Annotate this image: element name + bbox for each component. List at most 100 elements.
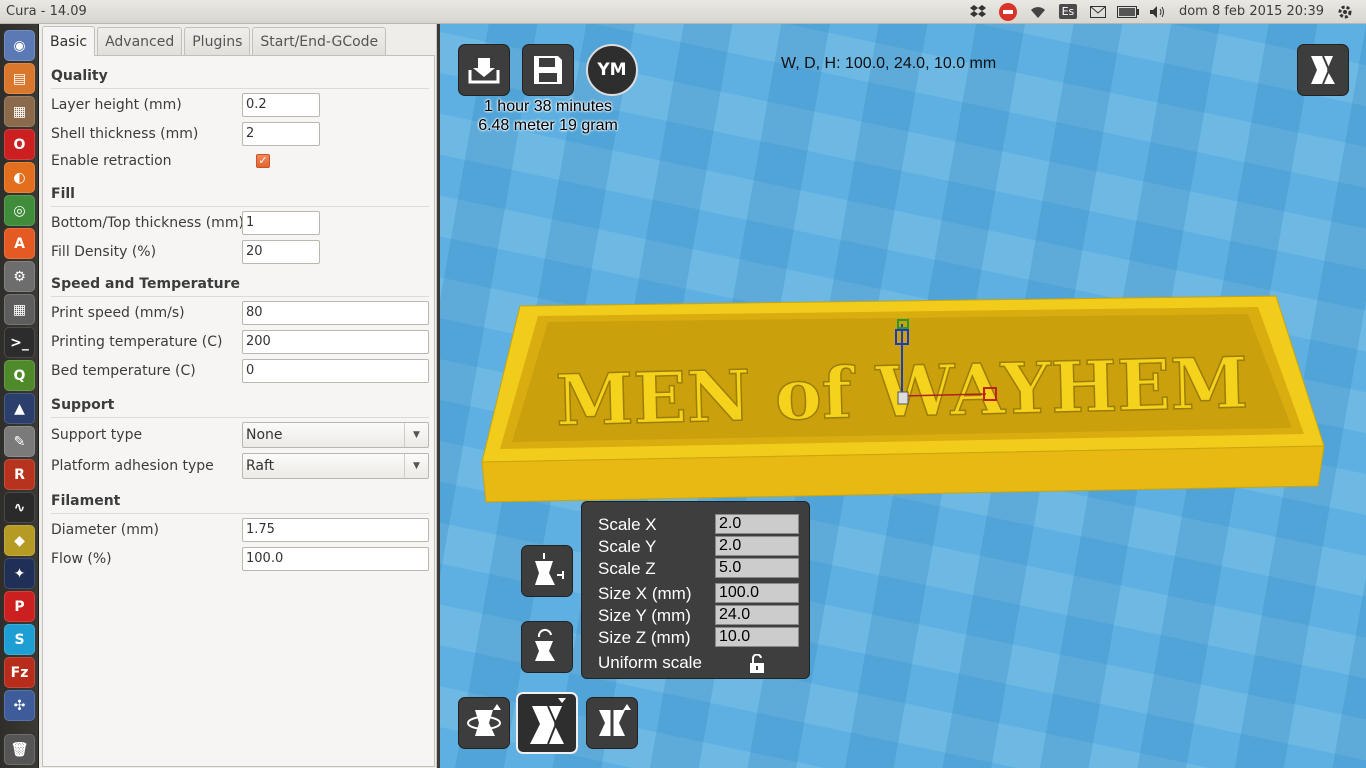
section-quality-title: Quality [51,68,108,84]
print-time: 1 hour 38 minutes [483,98,613,115]
youmagine-button[interactable]: YM [586,44,638,96]
shell-thickness-input[interactable]: 2 [242,122,320,146]
software-center-icon[interactable]: A [4,228,35,259]
reset-scale-button[interactable] [521,621,573,673]
flow-input[interactable]: 100.0 [242,547,429,571]
tab-start-end-gcode[interactable]: Start/End-GCode [252,27,387,55]
chrome-icon[interactable]: ◎ [4,195,35,226]
mail-icon[interactable] [1083,0,1113,24]
dropbox-icon[interactable] [963,0,993,24]
layer-height-label: Layer height (mm) [51,97,182,113]
scale-icon [530,698,566,745]
archive-icon[interactable]: ▦ [4,96,35,127]
keyboard-layout-indicator[interactable]: Es [1053,0,1083,24]
enable-retraction-checkbox[interactable]: ✓ [256,154,270,168]
scale-y-input[interactable]: 2.0 [715,536,799,556]
diameter-input[interactable]: 1.75 [242,518,429,542]
3d-viewport[interactable]: MEN of WAYHEM YM 1 hour 38 minutes 6.48 … [440,24,1366,768]
printing-temperature-input[interactable]: 200 [242,330,429,354]
enable-retraction-label: Enable retraction [51,153,172,169]
filezilla-icon[interactable]: Fz [4,657,35,688]
save-icon [534,56,562,84]
load-model-button[interactable] [458,44,510,96]
tab-advanced[interactable]: Advanced [97,27,183,55]
scale-x-input[interactable]: 2.0 [715,514,799,534]
opera-icon[interactable]: O [4,129,35,160]
rotate-icon [467,704,501,736]
reader-icon[interactable]: R [4,459,35,490]
section-divider [51,296,429,297]
support-type-value: None [246,427,283,443]
scale-z-input[interactable]: 5.0 [715,558,799,578]
bottom-top-thickness-input[interactable]: 1 [242,211,320,235]
chevron-down-icon: ▼ [404,423,428,447]
save-toolpath-button[interactable] [522,44,574,96]
flow-label: Flow (%) [51,551,112,567]
tab-plugins[interactable]: Plugins [184,27,251,55]
bed-temperature-input[interactable]: 0 [242,359,429,383]
scale-x-label: Scale X [598,515,657,534]
tab-basic[interactable]: Basic [42,26,96,56]
battery-icon[interactable] [1113,0,1143,24]
section-support-title: Support [51,397,115,413]
window-title: Cura - 14.09 [6,4,87,19]
no-entry-icon[interactable] [993,0,1023,24]
basic-settings-body: Quality Layer height (mm) 0.2 Shell thic… [42,55,435,767]
size-y-label: Size Y (mm) [598,606,691,625]
scale-max-icon [535,553,564,585]
size-x-label: Size X (mm) [598,584,692,603]
pdf-icon[interactable]: P [4,591,35,622]
inkscape-icon[interactable]: ▲ [4,393,35,424]
system-tray: Es dom 8 feb 2015 20:39 [963,0,1366,24]
system-monitor-icon[interactable]: ∿ [4,492,35,523]
bottom-top-thickness-label: Bottom/Top thickness (mm) [51,215,244,231]
platform-adhesion-select[interactable]: Raft ▼ [242,453,429,479]
layer-height-input[interactable]: 0.2 [242,93,320,117]
build-plate-scene: MEN of WAYHEM [481,295,1325,503]
shell-thickness-label: Shell thickness (mm) [51,126,199,142]
trash-icon[interactable]: 🗑 [4,734,35,765]
view-mode-icon [1311,55,1335,85]
ubuntu-dash-icon[interactable]: ◉ [4,30,35,61]
size-z-input[interactable]: 10.0 [715,627,799,647]
stellarium-icon[interactable]: ✦ [4,558,35,589]
section-fill-title: Fill [51,186,75,202]
printing-temperature-label: Printing temperature (C) [51,334,223,350]
skype-icon[interactable]: S [4,624,35,655]
section-divider [51,513,429,514]
text-editor-icon[interactable]: ✎ [4,426,35,457]
keyboard-layout-label: Es [1058,4,1078,19]
cura-icon[interactable]: ◆ [4,525,35,556]
wifi-icon[interactable] [1023,0,1053,24]
scale-tool-button[interactable] [516,692,578,754]
size-y-input[interactable]: 24.0 [715,605,799,625]
section-divider [51,206,429,207]
size-z-label: Size Z (mm) [598,628,691,647]
platform-adhesion-value: Raft [246,458,275,474]
qgis-icon[interactable]: Q [4,360,35,391]
view-mode-button[interactable] [1297,44,1349,96]
mirror-icon [599,704,631,740]
support-type-select[interactable]: None ▼ [242,422,429,448]
unlock-icon[interactable] [749,654,765,674]
calculator-icon[interactable]: ▦ [4,294,35,325]
clock[interactable]: dom 8 feb 2015 20:39 [1173,4,1330,19]
fill-density-label: Fill Density (%) [51,244,157,260]
firefox-icon[interactable]: ◐ [4,162,35,193]
terminal-icon[interactable]: >_ [4,327,35,358]
print-speed-input[interactable]: 80 [242,301,429,325]
network-icon[interactable]: ✣ [4,690,35,721]
scale-max-button[interactable] [521,545,573,597]
settings-icon[interactable]: ⚙ [4,261,35,292]
size-x-input[interactable]: 100.0 [715,583,799,603]
mirror-tool-button[interactable] [586,697,638,749]
section-divider [51,88,429,89]
scale-panel: Scale X 2.0 Scale Y 2.0 Scale Z 5.0 Size… [581,501,810,679]
print-speed-label: Print speed (mm/s) [51,305,185,321]
volume-icon[interactable] [1143,0,1173,24]
rotate-tool-button[interactable] [458,697,510,749]
session-gear-icon[interactable] [1330,0,1360,24]
fill-density-input[interactable]: 20 [242,240,320,264]
scale-y-label: Scale Y [598,537,657,556]
files-icon[interactable]: ▤ [4,63,35,94]
